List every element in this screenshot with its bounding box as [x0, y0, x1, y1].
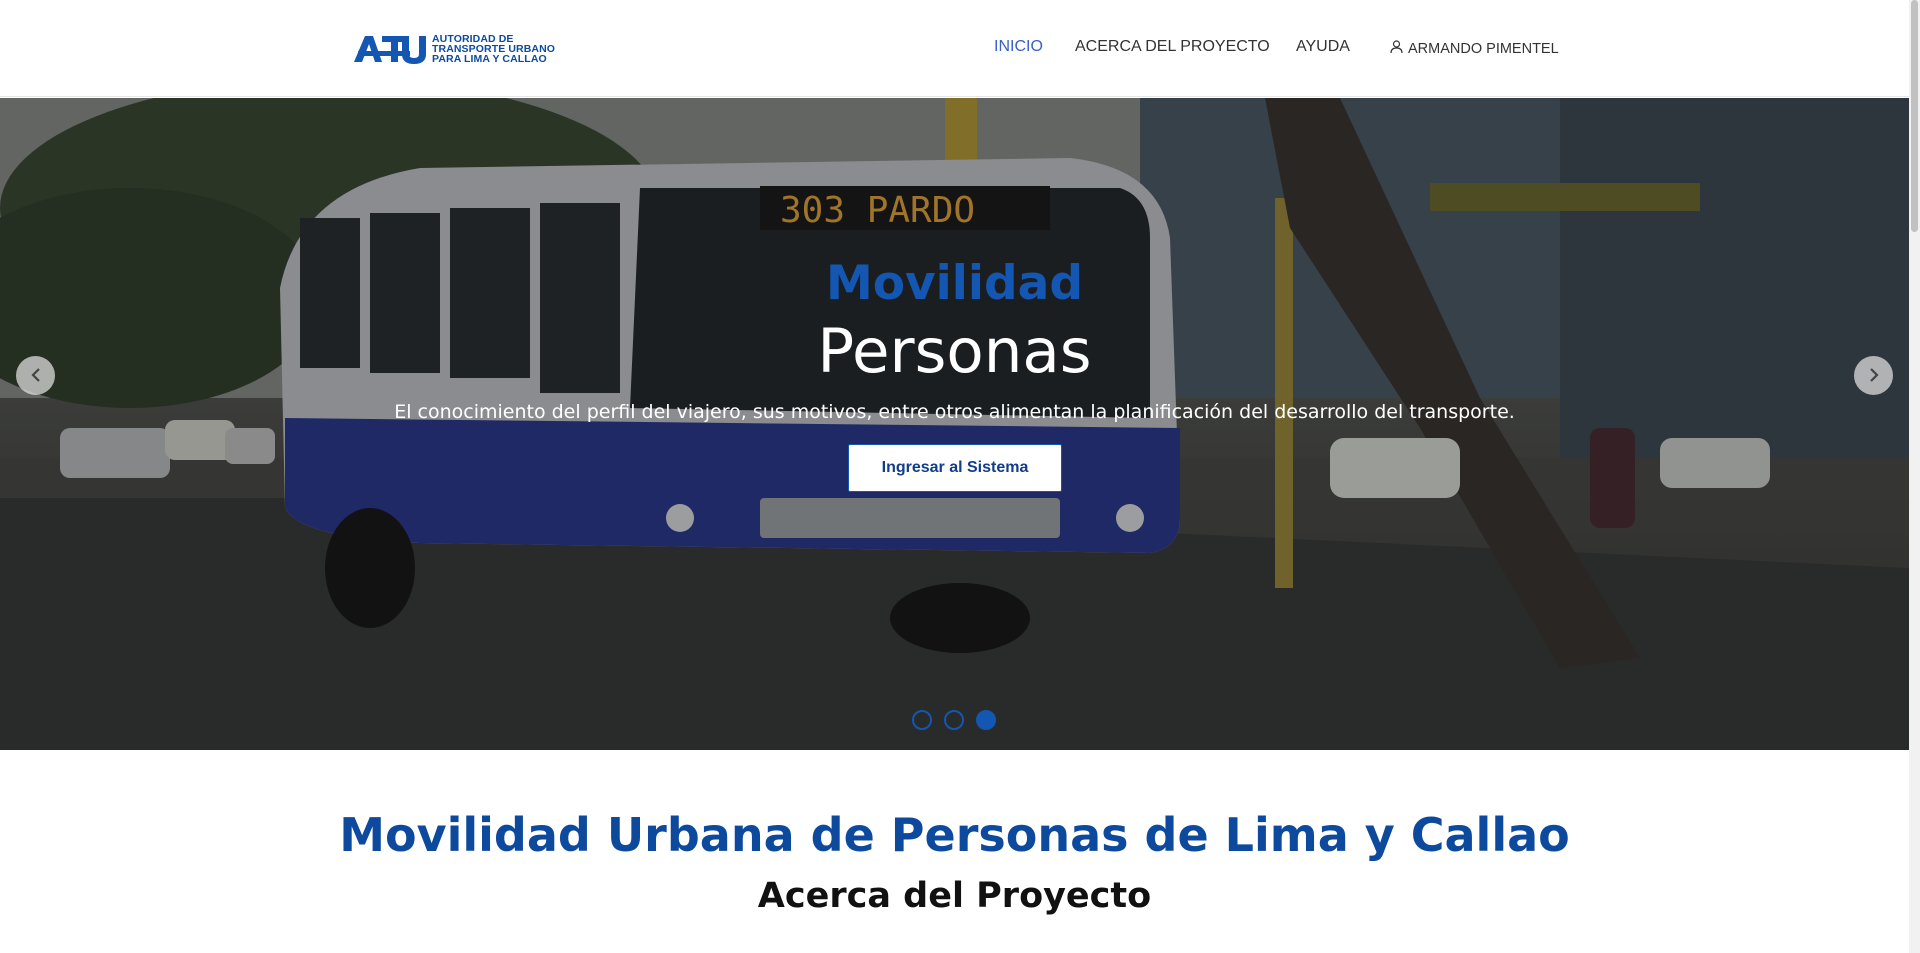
section-subtitle: Acerca del Proyecto	[757, 876, 1152, 916]
carousel-dot-2[interactable]	[944, 710, 964, 730]
hero-carousel: 303 PARDO Movilidad Personas El conocimi…	[0, 98, 1909, 750]
logo-line-3: PARA LIMA Y CALLAO	[432, 52, 547, 65]
section-title: Movilidad Urbana de Personas de Lima y C…	[339, 808, 1570, 862]
nav-item-inicio[interactable]: INICIO	[994, 38, 1043, 56]
page-scrollbar[interactable]	[1909, 0, 1920, 953]
user-name: ARMANDO PIMENTEL	[1408, 41, 1559, 57]
hero-description: El conocimiento del perfil del viajero, …	[394, 401, 1515, 423]
logo-line-2: TRANSPORTE URBANO	[432, 42, 556, 55]
scrollbar-thumb[interactable]	[1911, 0, 1918, 232]
logo-line-1: AUTORIDAD DE	[432, 32, 514, 45]
carousel-prev-button[interactable]	[16, 356, 55, 395]
carousel-dot-3[interactable]	[976, 710, 996, 730]
hero-kicker: Movilidad	[825, 256, 1084, 311]
navbar: AUTORIDAD DE TRANSPORTE URBANO PARA LIMA…	[0, 0, 1909, 97]
hero-title: Personas	[817, 316, 1092, 387]
user-icon	[1390, 40, 1403, 58]
atu-logo-text: AUTORIDAD DE TRANSPORTE URBANO PARA LIMA…	[432, 32, 556, 65]
atu-logo-mark	[352, 32, 428, 66]
carousel-dot-1[interactable]	[912, 710, 932, 730]
carousel-indicators	[912, 710, 996, 730]
nav-item-acerca-del-proyecto[interactable]: ACERCA DEL PROYECTO	[1075, 38, 1270, 56]
login-button[interactable]: Ingresar al Sistema	[848, 444, 1062, 492]
carousel-next-button[interactable]	[1854, 356, 1893, 395]
atu-logo[interactable]: AUTORIDAD DE TRANSPORTE URBANO PARA LIMA…	[352, 31, 555, 66]
nav-item-ayuda[interactable]: AYUDA	[1296, 38, 1350, 56]
chevron-left-icon	[29, 363, 43, 389]
chevron-right-icon	[1867, 363, 1881, 389]
user-menu[interactable]: ARMANDO PIMENTEL	[1390, 40, 1559, 58]
hero-overlay	[0, 98, 1909, 750]
